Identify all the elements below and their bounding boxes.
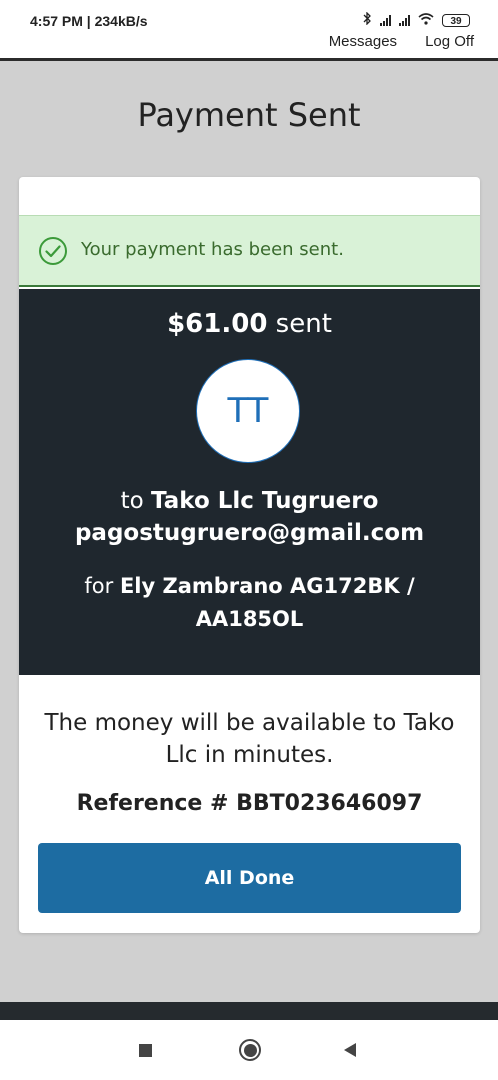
- signal-icon-2: [399, 14, 410, 26]
- nav-divider: [0, 58, 498, 61]
- amount-line: $61.00 sent: [19, 309, 480, 339]
- back-icon[interactable]: [342, 1042, 358, 1063]
- availability-text: The money will be available to Tako Llc …: [44, 710, 455, 768]
- recipient-email: pagostugruero@gmail.com: [74, 520, 425, 546]
- payment-summary-panel: $61.00 sent TT to Tako Llc Tugruero pago…: [19, 289, 480, 675]
- status-bar: 4:57 PM | 234kB/s 39 Messages Log Off: [0, 0, 498, 58]
- status-time: 4:57 PM | 234kB/s: [30, 13, 148, 29]
- recipient-name: Tako Llc Tugruero: [151, 488, 379, 514]
- status-icons: 39: [363, 11, 470, 28]
- wifi-icon: [418, 12, 434, 28]
- recipient-avatar: TT: [196, 359, 300, 463]
- success-alert: Your payment has been sent.: [19, 215, 480, 287]
- recipient-line: to Tako Llc Tugruero: [19, 488, 480, 514]
- system-nav-bar: [0, 1020, 498, 1080]
- memo-line: for Ely Zambrano AG172BK / AA185OL: [59, 570, 440, 636]
- memo-text: Ely Zambrano AG172BK / AA185OL: [119, 574, 415, 631]
- to-prefix: to: [120, 488, 152, 514]
- page-title: Payment Sent: [137, 96, 361, 134]
- payment-confirmation-card: Your payment has been sent. $61.00 sent …: [19, 177, 480, 933]
- messages-link[interactable]: Messages: [329, 33, 397, 50]
- reference-number: Reference # BBT023646097: [76, 791, 423, 816]
- battery-icon: 39: [442, 13, 470, 27]
- success-message: Your payment has been sent.: [81, 239, 344, 260]
- amount-suffix: sent: [267, 309, 332, 339]
- logout-link[interactable]: Log Off: [425, 33, 474, 50]
- amount-value: $61.00: [167, 309, 268, 339]
- signal-icon: [380, 14, 391, 26]
- all-done-button[interactable]: All Done: [38, 843, 461, 913]
- home-icon[interactable]: [239, 1039, 261, 1061]
- top-nav: Messages Log Off: [329, 33, 474, 50]
- for-prefix: for: [84, 574, 120, 598]
- bluetooth-icon: [363, 11, 372, 28]
- page-footer: [0, 1002, 498, 1020]
- recents-icon[interactable]: [139, 1044, 152, 1057]
- check-circle-icon: [38, 236, 68, 271]
